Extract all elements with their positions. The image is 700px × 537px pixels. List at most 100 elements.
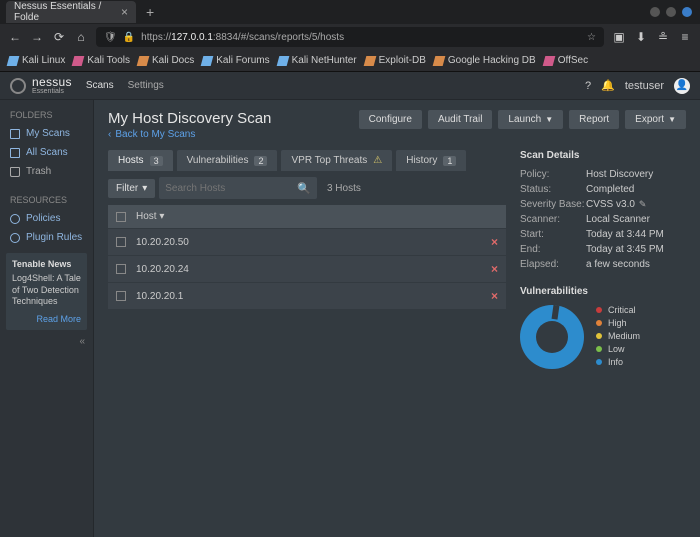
bookmark-item[interactable]: Kali Tools [73, 55, 130, 66]
folder-icon [10, 148, 20, 158]
legend-item: Low [596, 344, 640, 354]
sidebar-item-trash[interactable]: Trash [0, 162, 93, 181]
chevron-down-icon: ▾ [142, 183, 147, 194]
browser-titlebar: Nessus Essentials / Folde × + [0, 0, 700, 24]
legend-swatch [596, 346, 602, 352]
delete-icon[interactable]: × [491, 235, 498, 249]
legend-swatch [596, 307, 602, 313]
back-icon[interactable]: ← [8, 30, 22, 44]
sidebar-item-plugin-rules[interactable]: Plugin Rules [0, 228, 93, 247]
host-value: 10.20.20.24 [136, 264, 491, 275]
legend-item: Medium [596, 331, 640, 341]
tab-vpr-top-threats[interactable]: VPR Top Threats⚠ [281, 150, 392, 171]
legend-item: High [596, 318, 640, 328]
avatar-icon[interactable]: 👤 [674, 78, 690, 94]
news-heading: Tenable News [12, 259, 81, 269]
user-name[interactable]: testuser [625, 80, 664, 92]
tab-vulnerabilities[interactable]: Vulnerabilities2 [177, 150, 278, 171]
detail-row: Policy:Host Discovery [520, 167, 686, 182]
report-button[interactable]: Report [569, 110, 619, 129]
legend-swatch [596, 333, 602, 339]
search-input[interactable] [165, 183, 297, 194]
close-icon[interactable]: × [121, 5, 128, 19]
sidebar-collapse[interactable]: « [0, 336, 93, 351]
legend-item: Critical [596, 305, 640, 315]
bookmark-item[interactable]: Kali Forums [202, 55, 269, 66]
table-row[interactable]: 10.20.20.1× [108, 283, 506, 310]
news-read-more[interactable]: Read More [12, 314, 81, 324]
bell-icon[interactable]: 🔔 [601, 79, 615, 92]
back-link[interactable]: ‹Back to My Scans [108, 129, 271, 140]
table-row[interactable]: 10.20.20.24× [108, 256, 506, 283]
row-checkbox[interactable] [116, 291, 126, 301]
delete-icon[interactable]: × [491, 262, 498, 276]
policies-icon [10, 214, 20, 224]
brand-logo[interactable]: nessus Essentials [10, 76, 72, 95]
bookmark-icon [72, 56, 85, 66]
help-icon[interactable]: ? [585, 80, 591, 92]
table-header: Host ▾ [108, 205, 506, 229]
nav-settings[interactable]: Settings [128, 80, 164, 91]
vulnerabilities-heading: Vulnerabilities [520, 286, 686, 297]
tab-title: Nessus Essentials / Folde [14, 1, 115, 23]
home-icon[interactable]: ⌂ [74, 30, 88, 44]
window-controls [650, 7, 700, 17]
maximize-icon[interactable] [666, 7, 676, 17]
bookmark-item[interactable]: Google Hacking DB [434, 55, 536, 66]
column-host[interactable]: Host ▾ [136, 211, 498, 222]
extensions-icon[interactable]: ▣ [612, 30, 626, 44]
bookmark-item[interactable]: Kali Docs [138, 55, 194, 66]
menu-icon[interactable]: ≡ [678, 30, 692, 44]
app-header: nessus Essentials Scans Settings ? 🔔 tes… [0, 72, 700, 100]
brand-name: nessus [32, 75, 72, 89]
reload-icon[interactable]: ⟳ [52, 30, 66, 44]
bookmark-item[interactable]: Kali NetHunter [278, 55, 357, 66]
sidebar-item-my-scans[interactable]: My Scans [0, 124, 93, 143]
scan-details-heading: Scan Details [520, 150, 686, 161]
detail-row: Scanner:Local Scanner [520, 212, 686, 227]
bookmark-icon [542, 56, 555, 66]
new-tab-icon[interactable]: + [146, 4, 154, 20]
minimize-icon[interactable] [650, 7, 660, 17]
tab-hosts[interactable]: Hosts3 [108, 150, 173, 171]
bookmark-item[interactable]: Kali Linux [8, 55, 65, 66]
host-value: 10.20.20.1 [136, 291, 491, 302]
table-row[interactable]: 10.20.20.50× [108, 229, 506, 256]
star-icon[interactable]: ☆ [587, 32, 596, 43]
bookmark-item[interactable]: OffSec [544, 55, 588, 66]
close-window-icon[interactable] [682, 7, 692, 17]
export-button[interactable]: Export▼ [625, 110, 686, 129]
shield-icon: 🛡 [104, 32, 117, 43]
legend-item: Info [596, 357, 640, 367]
brand-sub: Essentials [32, 88, 72, 95]
sidebar-heading-folders: FOLDERS [0, 106, 93, 124]
bookmark-icon [137, 56, 150, 66]
search-box[interactable]: 🔍 [159, 177, 317, 199]
row-checkbox[interactable] [116, 264, 126, 274]
filter-button[interactable]: Filter▾ [108, 179, 155, 198]
configure-button[interactable]: Configure [359, 110, 422, 129]
audit-trail-button[interactable]: Audit Trail [428, 110, 492, 129]
downloads-icon[interactable]: ⬇ [634, 30, 648, 44]
tab-history[interactable]: History1 [396, 150, 466, 171]
browser-tab[interactable]: Nessus Essentials / Folde × [6, 1, 136, 23]
bookmark-item[interactable]: Exploit-DB [365, 55, 426, 66]
row-checkbox[interactable] [116, 237, 126, 247]
nav-scans[interactable]: Scans [86, 80, 114, 91]
sidebar-item-all-scans[interactable]: All Scans [0, 143, 93, 162]
search-icon[interactable]: 🔍 [297, 182, 311, 195]
detail-row: Status:Completed [520, 182, 686, 197]
account-icon[interactable]: ≗ [656, 30, 670, 44]
delete-icon[interactable]: × [491, 289, 498, 303]
sidebar-item-policies[interactable]: Policies [0, 209, 93, 228]
chevron-down-icon: ▼ [668, 115, 676, 124]
detail-row: Elapsed:a few seconds [520, 257, 686, 272]
edit-icon[interactable]: ✎ [639, 199, 647, 209]
address-bar[interactable]: 🛡 🔒 https://127.0.0.1:8834/#/scans/repor… [96, 27, 604, 47]
forward-icon[interactable]: → [30, 30, 44, 44]
legend-swatch [596, 359, 602, 365]
select-all-checkbox[interactable] [116, 212, 126, 222]
trash-icon [10, 167, 20, 177]
launch-button[interactable]: Launch▼ [498, 110, 563, 129]
badge: 1 [443, 156, 456, 166]
